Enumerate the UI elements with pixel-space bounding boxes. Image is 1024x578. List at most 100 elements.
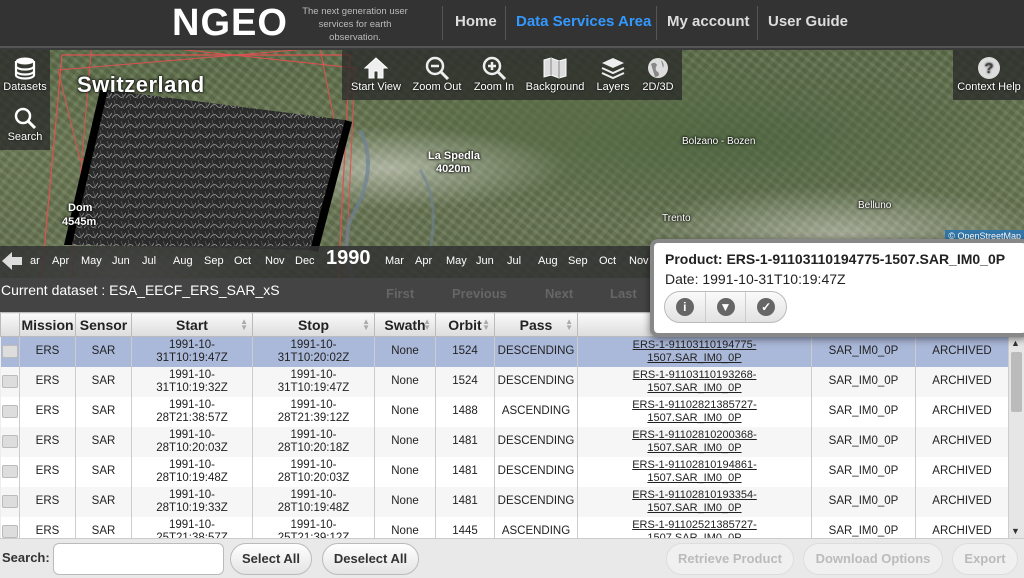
popup-download-button[interactable]: ▼ <box>706 292 747 322</box>
cell-product-link-text[interactable]: 1507.SAR_IM0_0P <box>647 502 741 514</box>
column-header-start[interactable]: Start ▲ ▼ <box>131 312 253 337</box>
nav-user-guide[interactable]: User Guide <box>768 13 848 30</box>
row-checkbox[interactable] <box>0 456 20 487</box>
pager-previous-button[interactable]: Previous <box>452 286 507 301</box>
timeline-month: Oct <box>234 255 252 267</box>
cell-stop: 1991-10- 31T10:20:02Z <box>252 336 375 367</box>
nav-data-services-area[interactable]: Data Services Area <box>516 13 651 30</box>
app-logo[interactable]: NGEO <box>172 2 288 45</box>
scrollbar-thumb[interactable] <box>1011 352 1022 412</box>
scroll-down-icon[interactable]: ▼ <box>1011 526 1020 536</box>
header-label: Pass <box>519 316 553 333</box>
start-view-label: Start View <box>351 81 401 93</box>
cell-stop: 1991-10- 28T10:20:03Z <box>252 456 375 487</box>
export-button[interactable]: Export <box>952 543 1018 575</box>
scroll-up-icon[interactable]: ▲ <box>1011 338 1020 348</box>
deselect-all-button[interactable]: Deselect All <box>322 543 419 575</box>
cell-product-link-text[interactable]: ERS-1-91103110194775- <box>633 339 757 351</box>
cell-start: 1991-10- 28T10:20:03Z <box>131 426 253 457</box>
column-header-stop[interactable]: Stop ▲ ▼ <box>252 312 375 337</box>
cell-product-link-text[interactable]: ERS-1-91102821385727- <box>632 399 757 411</box>
cell-pass: DESCENDING <box>494 486 578 517</box>
pager-first-button[interactable]: First <box>386 286 414 301</box>
popup-product-name: Product: ERS-1-91103110194775-1507.SAR_I… <box>665 251 1006 267</box>
checkbox[interactable] <box>1 405 18 418</box>
datasets-button[interactable]: Datasets <box>2 56 48 93</box>
popup-info-button[interactable]: i <box>665 292 706 322</box>
cell-product-link-text[interactable]: ERS-1-91102810194861- <box>632 459 757 471</box>
checkbox[interactable] <box>1 345 18 359</box>
table-row[interactable]: ERS SAR 1991-10- 31T10:19:47Z 1991-10- 31T10:… <box>0 336 1009 367</box>
table-row[interactable]: ERS SAR 1991-10- 31T10:19:32Z 1991-10- 31T10:… <box>0 366 1009 397</box>
column-header-mission[interactable]: Mission <box>19 312 76 337</box>
search-icon <box>14 107 37 130</box>
popup-product-date: Date: 1991-10-31T10:19:47Z <box>665 271 846 287</box>
cell-product-link-text[interactable]: ERS-1-91102521385727- <box>632 519 757 531</box>
cell-pass-text: DESCENDING <box>497 495 575 507</box>
cell-sensor-text: SAR <box>91 435 116 447</box>
cell-product-link-text[interactable]: 1507.SAR_IM0_0P <box>647 442 741 454</box>
row-checkbox[interactable] <box>0 426 20 457</box>
popup-select-button[interactable]: ✓ <box>746 292 786 322</box>
cell-product-link-text[interactable]: 1507.SAR_IM0_0P <box>647 382 741 394</box>
table-row[interactable]: ERS SAR 1991-10- 28T10:19:48Z 1991-10- 28T10:… <box>0 456 1009 487</box>
cell-product-link-text[interactable]: ERS-1-91103110193268- <box>633 369 757 381</box>
cell-product-link[interactable]: ERS-1-91102821385727- 1507.SAR_IM0_0P <box>577 396 812 427</box>
cell-product-link[interactable]: ERS-1-91102810194861- 1507.SAR_IM0_0P <box>577 456 812 487</box>
retrieve-product-button[interactable]: Retrieve Product <box>666 543 794 575</box>
layers-button[interactable]: Layers <box>592 56 634 93</box>
column-header-orbit[interactable]: Orbit ▲ ▼ <box>435 312 495 337</box>
cell-product-link-text[interactable]: ERS-1-91102810200368- <box>632 429 757 441</box>
search-button[interactable]: Search <box>2 106 48 143</box>
start-view-button[interactable]: Start View <box>346 56 406 93</box>
table-row[interactable]: ERS SAR 1991-10- 25T21:38:57Z 1991-10- 25T21:… <box>0 516 1009 538</box>
nav-home[interactable]: Home <box>455 13 497 30</box>
zoom-out-button[interactable]: Zoom Out <box>409 56 465 93</box>
checkbox[interactable] <box>1 375 18 388</box>
cell-product-link[interactable]: ERS-1-91102521385727- 1507.SAR_IM0_0P <box>577 516 812 538</box>
zoom-in-button[interactable]: Zoom In <box>469 56 519 93</box>
checkbox[interactable] <box>1 465 18 478</box>
select-all-button[interactable]: Select All <box>230 543 312 575</box>
cell-start: 1991-10- 28T10:19:33Z <box>131 486 253 517</box>
checkbox[interactable] <box>1 525 18 538</box>
pager-last-button[interactable]: Last <box>610 286 637 301</box>
cell-product-type-text: SAR_IM0_0P <box>828 405 899 417</box>
row-checkbox[interactable] <box>0 516 20 538</box>
cell-orbit: 1524 <box>435 366 495 397</box>
cell-product-link-text[interactable]: 1507.SAR_IM0_0P <box>647 472 741 484</box>
cell-product-link-text[interactable]: 1507.SAR_IM0_0P <box>647 412 741 424</box>
checkbox[interactable] <box>1 435 18 448</box>
table-search-input[interactable] <box>53 543 224 575</box>
checkbox[interactable] <box>1 495 18 508</box>
cell-product-link-text[interactable]: 1507.SAR_IM0_0P <box>647 352 741 364</box>
row-checkbox[interactable] <box>0 336 20 367</box>
context-help-button[interactable]: ? Context Help <box>955 56 1023 93</box>
timeline-back-arrow-icon[interactable] <box>0 250 24 272</box>
download-options-button[interactable]: Download Options <box>803 543 943 575</box>
cell-product-link-text[interactable]: ERS-1-91102810193354- <box>632 489 757 501</box>
cell-swath-text: None <box>391 375 419 387</box>
pager-next-button[interactable]: Next <box>545 286 573 301</box>
cell-start-text: 1991-10- <box>168 518 216 531</box>
2d-3d-toggle[interactable]: 2D/3D <box>639 56 677 93</box>
table-row[interactable]: ERS SAR 1991-10- 28T21:38:57Z 1991-10- 28T21:… <box>0 396 1009 427</box>
column-header-sensor[interactable]: Sensor <box>75 312 132 337</box>
cell-stop-text: 28T10:20:18Z <box>277 441 350 454</box>
background-button[interactable]: Background <box>523 56 587 93</box>
table-row[interactable]: ERS SAR 1991-10- 28T10:20:03Z 1991-10- 28T10:… <box>0 426 1009 457</box>
row-checkbox[interactable] <box>0 396 20 427</box>
row-checkbox[interactable] <box>0 486 20 517</box>
cell-product-link[interactable]: ERS-1-91102810200368- 1507.SAR_IM0_0P <box>577 426 812 457</box>
cell-status-text: ARCHIVED <box>932 465 992 477</box>
nav-my-account[interactable]: My account <box>667 13 750 30</box>
cell-swath: None <box>374 336 436 367</box>
table-scrollbar[interactable]: ▲ ▼ <box>1008 336 1024 538</box>
column-header-swath[interactable]: Swath ▲ ▼ <box>374 312 436 337</box>
cell-product-link[interactable]: ERS-1-91102810193354- 1507.SAR_IM0_0P <box>577 486 812 517</box>
cell-product-link[interactable]: ERS-1-91103110193268- 1507.SAR_IM0_0P <box>577 366 812 397</box>
table-row[interactable]: ERS SAR 1991-10- 28T10:19:33Z 1991-10- 28T10:… <box>0 486 1009 517</box>
row-checkbox[interactable] <box>0 366 20 397</box>
cell-product-link[interactable]: ERS-1-91103110194775- 1507.SAR_IM0_0P <box>577 336 812 367</box>
column-header-pass[interactable]: Pass ▲ ▼ <box>494 312 578 337</box>
